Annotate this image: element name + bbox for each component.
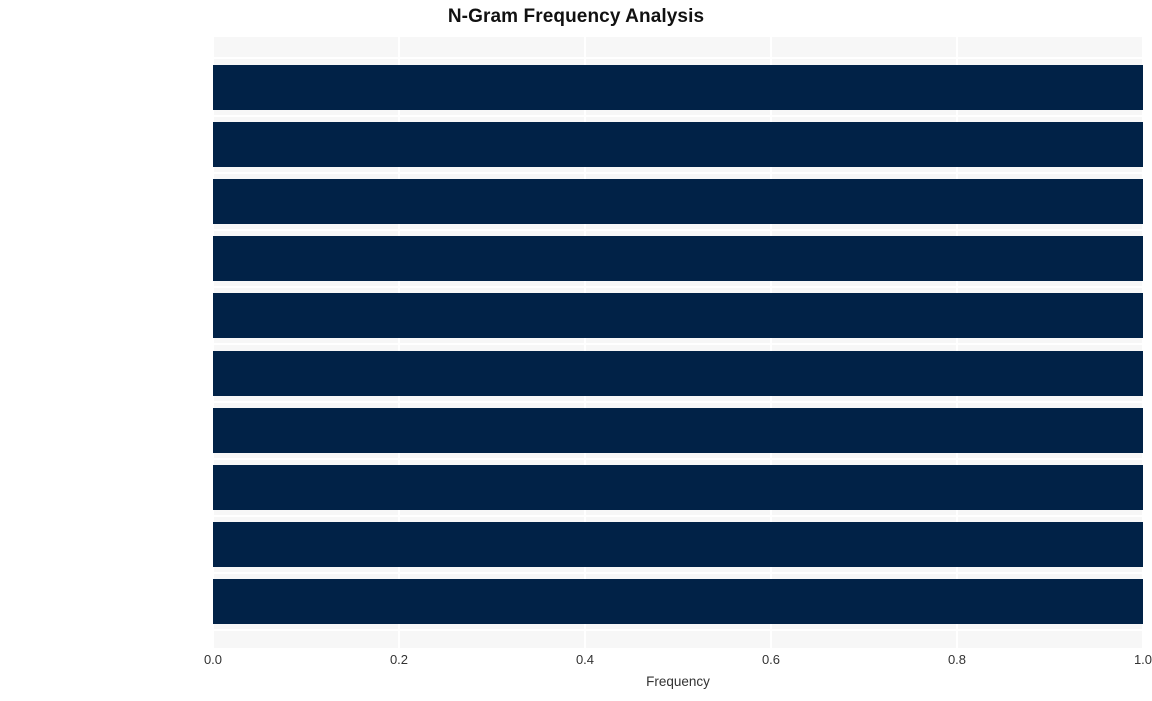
x-axis-tick-label: 0.6 bbox=[761, 652, 781, 667]
bar[interactable] bbox=[213, 179, 1143, 224]
x-axis-title: Frequency bbox=[646, 674, 710, 689]
y-gridline bbox=[213, 572, 1143, 574]
bar[interactable] bbox=[213, 293, 1143, 338]
y-gridline bbox=[213, 172, 1143, 174]
bar[interactable] bbox=[213, 236, 1143, 281]
y-gridline bbox=[213, 115, 1143, 117]
bar[interactable] bbox=[213, 408, 1143, 453]
bar[interactable] bbox=[213, 65, 1143, 110]
x-axis-tick-label: 0.0 bbox=[203, 652, 223, 667]
bar[interactable] bbox=[213, 522, 1143, 567]
bar[interactable] bbox=[213, 465, 1143, 510]
y-gridline bbox=[213, 229, 1143, 231]
x-axis-tick-label: 1.0 bbox=[1133, 652, 1152, 667]
x-axis-tick-label: 0.4 bbox=[575, 652, 595, 667]
y-gridline bbox=[213, 57, 1143, 59]
y-gridline bbox=[213, 343, 1143, 345]
y-gridline bbox=[213, 458, 1143, 460]
y-gridline bbox=[213, 515, 1143, 517]
plot-area bbox=[213, 37, 1143, 648]
bar[interactable] bbox=[213, 351, 1143, 396]
bar[interactable] bbox=[213, 579, 1143, 624]
chart-title: N-Gram Frequency Analysis bbox=[447, 6, 705, 27]
y-gridline bbox=[213, 286, 1143, 288]
y-gridline bbox=[213, 629, 1143, 631]
bar[interactable] bbox=[213, 122, 1143, 167]
x-axis-tick-label: 0.2 bbox=[389, 652, 409, 667]
y-gridline bbox=[213, 401, 1143, 403]
x-axis-tick-label: 0.8 bbox=[947, 652, 967, 667]
chart-figure: N-Gram Frequency Analysis hash recent in… bbox=[0, 0, 1152, 701]
